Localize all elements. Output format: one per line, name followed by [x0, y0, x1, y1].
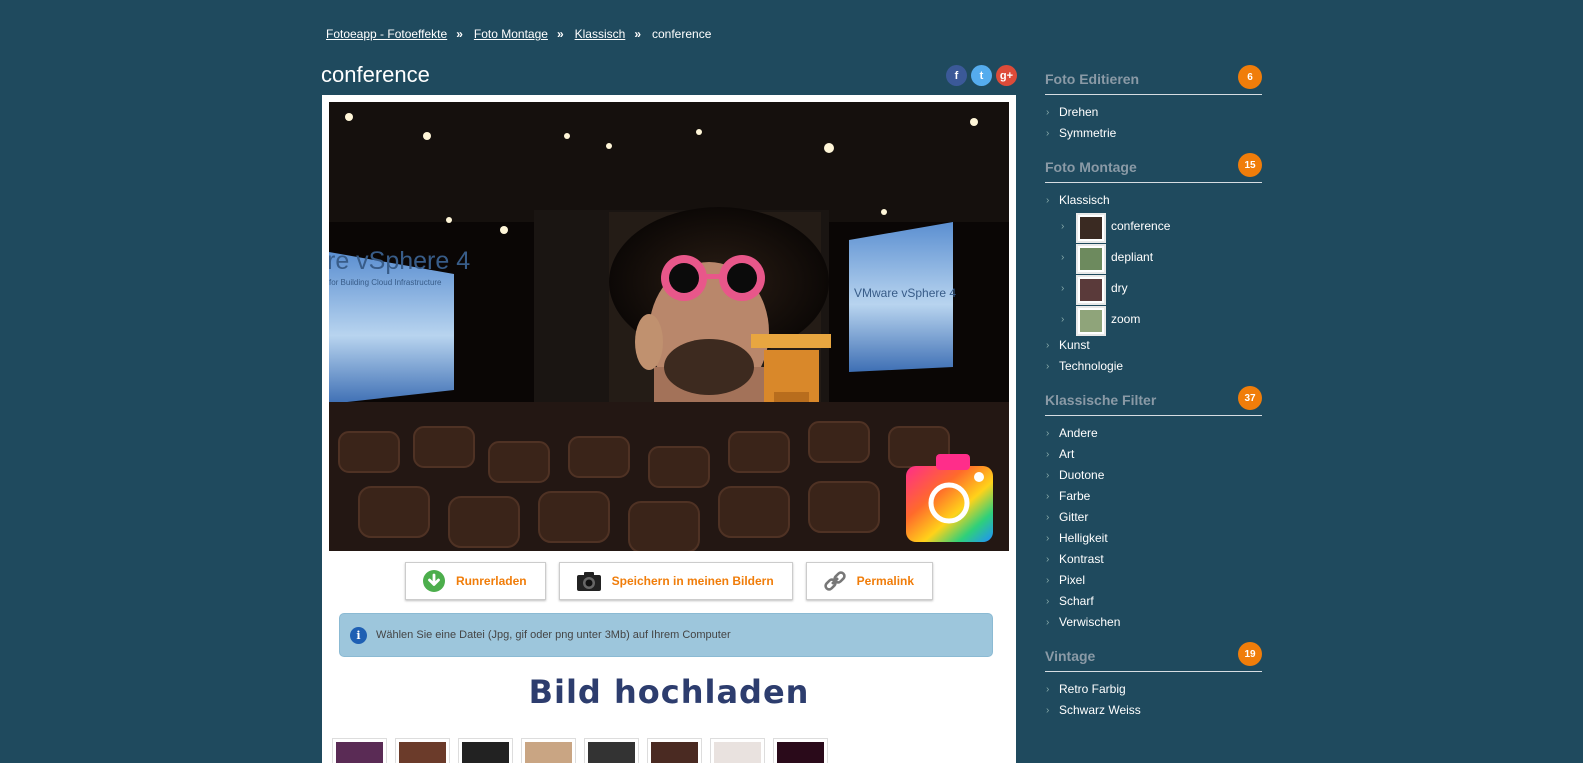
breadcrumb-current: conference: [652, 27, 712, 41]
upload-info-text: Wählen Sie eine Datei (Jpg, gif oder png…: [376, 629, 731, 641]
sidebar-item-andere[interactable]: Andere: [1045, 423, 1262, 444]
breadcrumb-separator: »: [456, 27, 463, 41]
sidebar-item-technologie[interactable]: Technologie: [1045, 356, 1262, 377]
google-plus-icon[interactable]: g+: [996, 65, 1017, 86]
section-title[interactable]: Foto Editieren: [1045, 71, 1139, 87]
template-thumbnail[interactable]: [332, 738, 387, 763]
template-thumbnail[interactable]: [584, 738, 639, 763]
result-photo: re vSphere 4 for Building Cloud Infrastr…: [329, 102, 1009, 551]
screen-subtext-left: for Building Cloud Infrastructure: [329, 278, 442, 287]
save-label: Speichern in meinen Bildern: [611, 574, 774, 588]
subitem-label: depliant: [1111, 250, 1154, 264]
info-icon: i: [350, 626, 367, 644]
sidebar-section-vintage: Vintage 19 Retro Farbig Schwarz Weiss: [1045, 641, 1262, 729]
template-thumbnail[interactable]: [521, 738, 576, 763]
download-label: Runrerladen: [455, 574, 527, 588]
upload-info-box: i Wählen Sie eine Datei (Jpg, gif oder p…: [339, 613, 993, 657]
sidebar-item-klassisch[interactable]: Klassisch: [1045, 190, 1262, 211]
main-panel: re vSphere 4 for Building Cloud Infrastr…: [322, 95, 1016, 763]
permalink-button[interactable]: Permalink: [805, 562, 934, 600]
count-badge: 19: [1238, 642, 1262, 666]
section-title[interactable]: Foto Montage: [1045, 159, 1137, 175]
template-thumbnail[interactable]: [647, 738, 702, 763]
facebook-icon[interactable]: f: [946, 65, 967, 86]
subitem-label: zoom: [1111, 312, 1141, 326]
sidebar-section-foto-editieren: Foto Editieren 6 Drehen Symmetrie: [1045, 64, 1262, 152]
section-title[interactable]: Klassische Filter: [1045, 392, 1156, 408]
breadcrumb-separator: »: [634, 27, 641, 41]
breadcrumb-link-klassisch[interactable]: Klassisch: [575, 27, 626, 41]
sidebar-subitem-dry[interactable]: dry: [1045, 273, 1262, 305]
template-thumbnail[interactable]: [395, 738, 450, 763]
template-thumbnail[interactable]: [458, 738, 513, 763]
sidebar-subitem-depliant[interactable]: depliant: [1045, 242, 1262, 274]
save-to-my-pictures-button[interactable]: Speichern in meinen Bildern: [558, 562, 793, 600]
subitem-thumbnail: [1076, 213, 1106, 243]
sidebar-item-gitter[interactable]: Gitter: [1045, 507, 1262, 528]
template-thumbnail[interactable]: [710, 738, 765, 763]
sidebar-item-duotone[interactable]: Duotone: [1045, 465, 1262, 486]
count-badge: 15: [1238, 153, 1262, 177]
social-share: f t g+: [946, 65, 1017, 86]
download-button[interactable]: Runrerladen: [404, 562, 546, 600]
sidebar-item-kontrast[interactable]: Kontrast: [1045, 549, 1262, 570]
section-title[interactable]: Vintage: [1045, 648, 1095, 664]
sidebar-item-farbe[interactable]: Farbe: [1045, 486, 1262, 507]
sidebar-item-drehen[interactable]: Drehen: [1045, 102, 1262, 123]
breadcrumb-separator: »: [556, 27, 564, 41]
link-icon: [823, 571, 846, 591]
breadcrumb: Fotoeapp - Fotoeffekte » Foto Montage » …: [326, 27, 711, 41]
subitem-label: dry: [1111, 281, 1128, 295]
upload-title[interactable]: Bild hochladen: [322, 673, 1016, 711]
category-sidebar: Foto Editieren 6 Drehen Symmetrie Foto M…: [1045, 64, 1262, 729]
download-icon: [422, 570, 445, 592]
sidebar-item-helligkeit[interactable]: Helligkeit: [1045, 528, 1262, 549]
subitem-thumbnail: [1076, 244, 1106, 274]
breadcrumb-link-foto-montage[interactable]: Foto Montage: [474, 27, 548, 41]
camera-logo-icon: [906, 454, 993, 542]
count-badge: 37: [1238, 386, 1262, 410]
twitter-icon[interactable]: t: [971, 65, 992, 86]
sidebar-section-klassische-filter: Klassische Filter 37 Andere Art Duotone …: [1045, 385, 1262, 641]
sidebar-item-retro-farbig[interactable]: Retro Farbig: [1045, 679, 1262, 700]
screen-text-right: VMware vSphere 4: [854, 286, 956, 300]
sidebar-item-art[interactable]: Art: [1045, 444, 1262, 465]
sidebar-item-verwischen[interactable]: Verwischen: [1045, 612, 1262, 633]
subitem-label: conference: [1111, 219, 1171, 233]
conference-photo-image: re vSphere 4 for Building Cloud Infrastr…: [329, 102, 1009, 551]
breadcrumb-link-home[interactable]: Fotoeapp - Fotoeffekte: [326, 27, 447, 41]
sidebar-section-foto-montage: Foto Montage 15 Klassisch conference dep…: [1045, 152, 1262, 385]
sidebar-item-symmetrie[interactable]: Symmetrie: [1045, 123, 1262, 144]
sidebar-item-schwarz-weiss[interactable]: Schwarz Weiss: [1045, 700, 1262, 721]
sidebar-subitem-conference[interactable]: conference: [1045, 211, 1262, 243]
sidebar-item-kunst[interactable]: Kunst: [1045, 335, 1262, 356]
page-title: conference: [321, 62, 430, 87]
screen-text-left: re vSphere 4: [329, 247, 470, 275]
template-thumbnails: [332, 738, 828, 763]
template-thumbnail[interactable]: [773, 738, 828, 763]
sidebar-item-scharf[interactable]: Scharf: [1045, 591, 1262, 612]
subitem-thumbnail: [1076, 275, 1106, 305]
count-badge: 6: [1238, 65, 1262, 89]
subitem-thumbnail: [1076, 306, 1106, 336]
action-toolbar: Runrerladen Speichern in meinen Bildern …: [322, 562, 1016, 600]
sidebar-item-pixel[interactable]: Pixel: [1045, 570, 1262, 591]
permalink-label: Permalink: [856, 574, 915, 588]
sidebar-subitem-zoom[interactable]: zoom: [1045, 304, 1262, 336]
camera-icon: [576, 572, 601, 591]
